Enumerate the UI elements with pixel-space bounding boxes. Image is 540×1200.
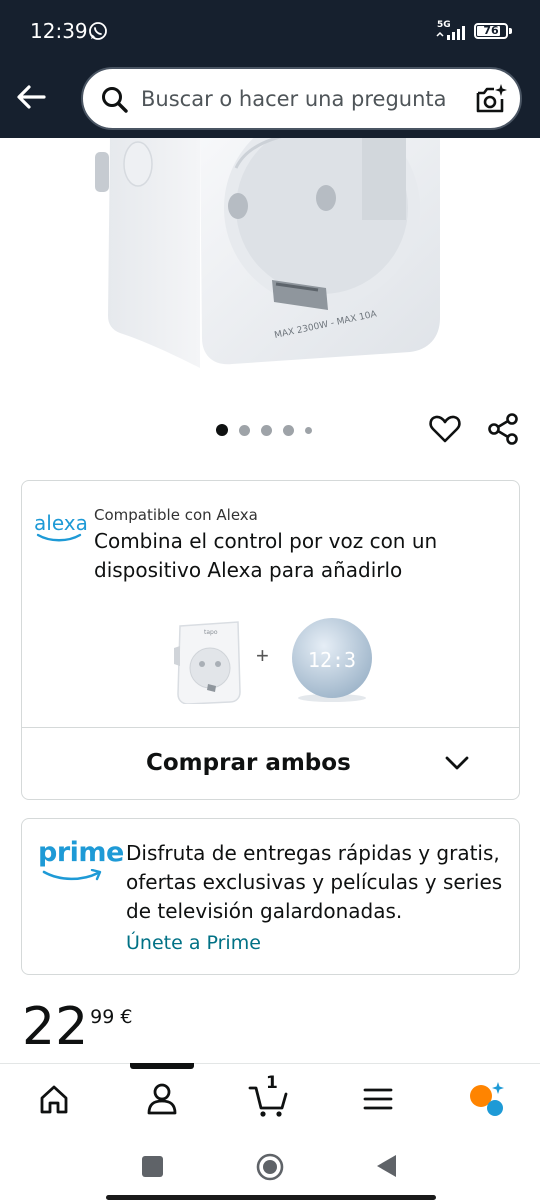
heart-icon[interactable] [428, 412, 462, 446]
home-icon[interactable] [31, 1079, 77, 1119]
buy-both-button[interactable]: Comprar ambos [22, 728, 519, 800]
alexa-logo: alexa [34, 511, 88, 535]
combo-plus: + [256, 643, 269, 668]
whatsapp-icon [89, 22, 107, 40]
search-input[interactable] [141, 69, 461, 128]
bottom-navigation: 1 [0, 1063, 540, 1132]
prime-logo: prime [38, 837, 124, 868]
plug-thumbnail[interactable]: tapo [172, 618, 248, 704]
smart-plug-photo: MAX 2300W - MAX 10A [95, 138, 440, 368]
pagination-dot[interactable] [261, 424, 272, 436]
battery-percent: 76 [483, 24, 499, 37]
echo-display-text: 12:3 [308, 648, 356, 672]
product-price: 22 99 € [22, 998, 132, 1056]
chevron-down-icon [445, 756, 469, 770]
join-prime-link[interactable]: Únete a Prime [126, 932, 261, 954]
alexa-compatibility-card: alexa Compatible con Alexa Combina el co… [21, 480, 520, 800]
camera-icon[interactable] [474, 82, 508, 116]
price-fraction: 99 € [90, 1006, 133, 1028]
battery-tip [509, 28, 512, 34]
buy-both-label: Comprar ambos [146, 750, 351, 776]
pagination-dot[interactable] [305, 426, 312, 434]
plug-brand-text: tapo [204, 629, 218, 636]
pagination-dot[interactable] [283, 424, 294, 436]
alexa-compatible-label: Compatible con Alexa [94, 506, 258, 524]
image-pagination[interactable] [216, 423, 312, 437]
alexa-description: Combina el control por voz con un dispos… [94, 529, 438, 582]
pagination-dot[interactable] [216, 424, 228, 436]
price-whole: 22 [22, 997, 89, 1057]
search-bar[interactable] [81, 67, 522, 130]
product-image[interactable]: MAX 2300W - MAX 10A [0, 138, 540, 410]
gesture-handle [106, 1195, 436, 1200]
active-tab-indicator [130, 1063, 194, 1069]
rufus-icon[interactable] [463, 1079, 509, 1119]
share-icon[interactable] [486, 412, 520, 446]
prime-smile-icon [42, 869, 102, 881]
battery-icon: 76 [474, 23, 508, 39]
home-button[interactable] [255, 1152, 285, 1182]
system-navigation-bar [0, 1132, 540, 1200]
prime-promo-card: prime Disfruta de entregas rápidas y gra… [21, 818, 520, 975]
account-icon[interactable] [139, 1079, 185, 1119]
menu-icon[interactable] [355, 1079, 401, 1119]
search-icon [102, 87, 128, 113]
status-time: 12:39 [30, 19, 88, 43]
recent-apps-button[interactable] [142, 1156, 163, 1177]
signal-icon [436, 26, 465, 40]
echo-dot-thumbnail[interactable]: 12:3 [288, 614, 376, 702]
app-header: 12:39 5G 76 [0, 0, 540, 138]
back-button[interactable] [374, 1153, 398, 1179]
pagination-dot[interactable] [239, 424, 250, 436]
alexa-smile-icon [36, 533, 82, 542]
cart-button[interactable]: 1 [247, 1073, 293, 1119]
prime-description: Disfruta de entregas rápidas y gratis, o… [126, 841, 503, 923]
back-arrow-icon[interactable] [14, 80, 48, 114]
cart-count: 1 [266, 1073, 278, 1093]
